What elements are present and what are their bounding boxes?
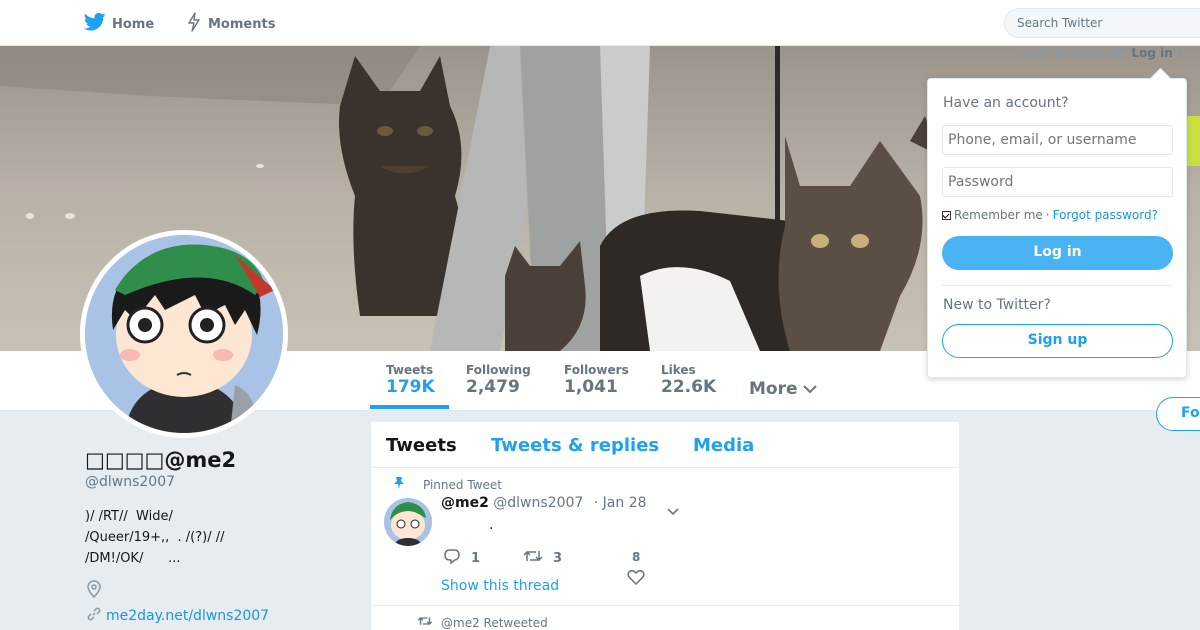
profile-bio: )/ /RT// Wide/ /Queer/19+,, . /(?)/ // /… [85, 509, 225, 566]
reply-icon [443, 548, 461, 568]
tweet-date[interactable]: · Jan 28 [594, 495, 647, 511]
remember-me-row: Remember me · Forgot password? [942, 208, 1158, 222]
tab-tweets[interactable]: Tweets [386, 435, 457, 456]
nav-moments-label: Moments [208, 16, 276, 32]
timeline: Tweets Tweets & replies Media Pinned Twe… [371, 422, 959, 630]
stat-value: 22.6K [661, 377, 717, 397]
password-field[interactable] [942, 167, 1173, 197]
have-account-text: Have an account? [1020, 46, 1128, 60]
retweeted-indicator: @me2 Retweeted [417, 615, 548, 630]
search-input[interactable]: Search Twitter [1004, 8, 1200, 38]
caret-down-icon: ▾ [1172, 46, 1183, 60]
top-navigation: Home Moments Search Twitter [0, 0, 1200, 46]
tweet-actions: 1 3 [441, 548, 661, 568]
login-panel-title: Have an account? [943, 95, 1069, 111]
stat-value: 2,479 [466, 377, 520, 397]
remember-me-checkbox[interactable] [942, 210, 951, 220]
profile-link-text: me2day.net/dlwns2007 [106, 608, 270, 624]
forgot-password-link[interactable]: Forgot password? [1053, 208, 1158, 222]
retweet-icon [417, 615, 433, 630]
stat-tweets[interactable]: Tweets 179K [370, 363, 449, 409]
more-label: More [749, 379, 798, 399]
divider [942, 285, 1173, 286]
nav-home[interactable]: Home [83, 12, 155, 36]
separator: · [1045, 208, 1050, 222]
show-thread-link[interactable]: Show this thread [441, 578, 559, 594]
profile-avatar[interactable] [80, 230, 288, 438]
retweet-count: 3 [553, 550, 563, 566]
pin-icon [393, 476, 405, 493]
tab-media[interactable]: Media [693, 435, 754, 456]
tweet-author-name[interactable]: @me2 [441, 495, 489, 511]
stat-following[interactable]: Following 2,479 [466, 363, 531, 397]
stat-label: Followers [564, 363, 629, 377]
twitter-bird-icon [83, 12, 106, 36]
signup-button[interactable]: Sign up [942, 324, 1173, 358]
location-icon [86, 580, 102, 602]
profile-handle: @dlwns2007 [85, 474, 176, 490]
tweet-avatar[interactable] [384, 498, 432, 546]
retweet-icon [523, 548, 543, 568]
retweet-action[interactable]: 3 [523, 548, 562, 568]
login-link[interactable]: Log in [1131, 46, 1172, 60]
tweet-menu-chevron-icon[interactable] [667, 501, 679, 520]
more-menu[interactable]: More [749, 379, 818, 399]
lightning-icon [186, 12, 202, 36]
reply-action[interactable]: 1 [443, 548, 480, 568]
profile-name: □□□□@me2 [85, 448, 237, 472]
stat-followers[interactable]: Followers 1,041 [564, 363, 629, 397]
new-to-twitter-text: New to Twitter? [943, 297, 1051, 313]
stat-value: 179K [386, 377, 435, 397]
profile-website-link[interactable]: me2day.net/dlwns2007 [86, 606, 269, 626]
stat-label: Likes [661, 363, 696, 377]
chevron-down-icon [803, 379, 818, 399]
stat-value: 1,041 [564, 377, 618, 397]
tweet-author-handle[interactable]: @dlwns2007 [493, 495, 583, 511]
stat-likes[interactable]: Likes 22.6K [661, 363, 716, 397]
tab-tweets-replies[interactable]: Tweets & replies [491, 435, 659, 456]
like-count: 8 [632, 550, 641, 564]
reply-count: 1 [471, 550, 481, 566]
heart-icon[interactable] [627, 569, 645, 589]
login-button[interactable]: Log in [942, 236, 1173, 270]
stat-label: Tweets [386, 363, 434, 377]
remember-me-label[interactable]: Remember me [954, 208, 1043, 222]
retweeted-label: @me2 Retweeted [441, 615, 548, 630]
username-field[interactable] [942, 125, 1173, 155]
login-dropdown-panel: Have an account? Remember me · Forgot pa… [927, 78, 1187, 378]
tweet-header: @me2 @dlwns2007 · Jan 28 [441, 495, 647, 511]
pinned-label: Pinned Tweet [423, 477, 502, 492]
nav-home-label: Home [112, 16, 155, 32]
link-icon [86, 606, 102, 626]
tweet-text: . [489, 517, 494, 533]
timeline-tabs: Tweets Tweets & replies Media [371, 422, 959, 468]
login-dropdown-toggle[interactable]: Have an account? Log in ▾ [1020, 46, 1183, 60]
nav-moments[interactable]: Moments [186, 12, 275, 36]
pinned-tweet[interactable]: Pinned Tweet @me2 @dlwns2007 · Jan 28 . [371, 468, 959, 606]
pinned-indicator: Pinned Tweet [394, 476, 502, 493]
stat-label: Following [466, 363, 531, 377]
follow-button[interactable]: Fo [1156, 397, 1200, 431]
